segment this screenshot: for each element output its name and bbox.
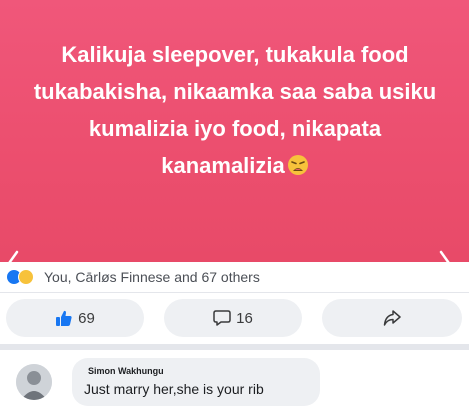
user-avatar-icon xyxy=(16,364,52,400)
reactions-row[interactable]: You, Cārløs Finnese and 67 others xyxy=(0,262,469,292)
post-text: Kalikuja sleepover, tukakula food tukaba… xyxy=(20,36,450,184)
haha-reaction-icon xyxy=(18,269,34,285)
comment-text: Just marry her,she is your rib xyxy=(84,381,264,397)
weary-face-icon xyxy=(287,155,308,175)
reaction-icons xyxy=(6,268,40,286)
post-text-line: kanamalizia xyxy=(161,153,285,178)
share-arrow-icon xyxy=(383,310,401,326)
action-bar: 69 16 xyxy=(0,292,469,344)
avatar[interactable] xyxy=(16,364,52,400)
like-count: 69 xyxy=(78,309,95,327)
comment-bubble-icon xyxy=(213,310,231,326)
comment-item: Simon Wakhungu Just marry her,she is you… xyxy=(0,350,469,412)
comment-button[interactable]: 16 xyxy=(164,299,302,337)
like-button[interactable]: 69 xyxy=(6,299,144,337)
post-text-line-last: kanamalizia xyxy=(20,147,450,184)
post-text-line: kumalizia iyo food, nikapata xyxy=(88,116,382,141)
thumbs-up-icon xyxy=(56,310,72,326)
share-button[interactable] xyxy=(322,299,462,337)
comment-count: 16 xyxy=(236,309,253,327)
reactions-summary[interactable]: You, Cārløs Finnese and 67 others xyxy=(44,269,260,285)
comment-bubble: Simon Wakhungu Just marry her,she is you… xyxy=(72,358,320,406)
post-card: Kalikuja sleepover, tukakula food tukaba… xyxy=(0,0,469,282)
comment-author[interactable]: Simon Wakhungu xyxy=(88,366,308,376)
post-text-line: tukabakisha, nikaamka saa saba usiku xyxy=(33,79,437,104)
post-text-line: Kalikuja sleepover, tukakula food xyxy=(61,42,409,67)
